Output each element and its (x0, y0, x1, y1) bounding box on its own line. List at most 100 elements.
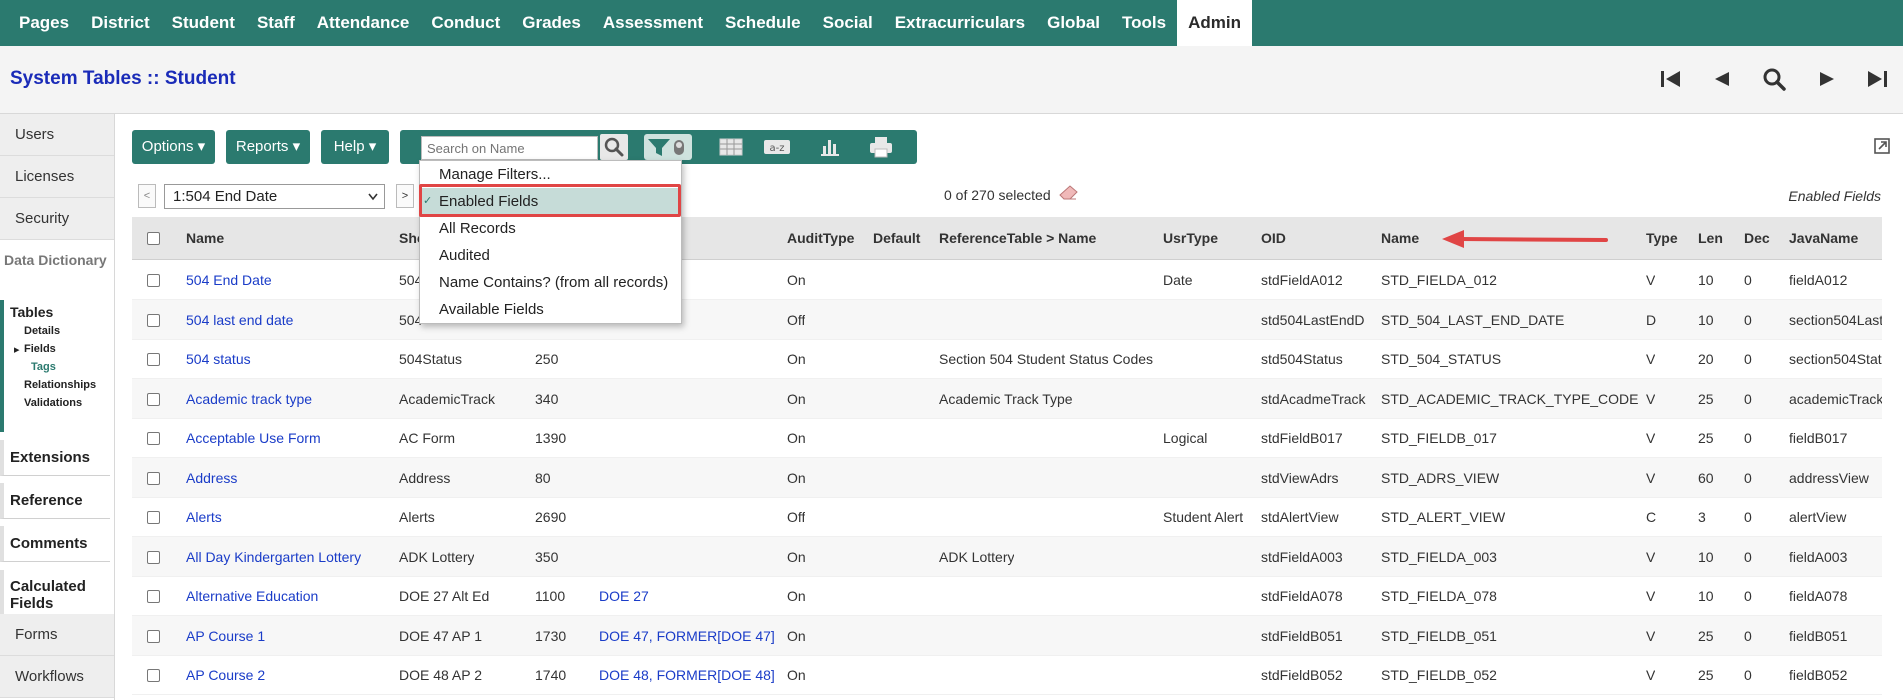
nav-tab-grades[interactable]: Grades (511, 0, 592, 46)
nav-tab-schedule[interactable]: Schedule (714, 0, 812, 46)
column-header-oid[interactable]: OID (1261, 217, 1286, 260)
nav-tab-global[interactable]: Global (1036, 0, 1111, 46)
sidebar-item-fields[interactable]: Fields (24, 343, 56, 355)
row-checkbox[interactable] (147, 471, 160, 485)
previous-page-button[interactable]: < (138, 184, 156, 208)
cell-name[interactable]: 504 End Date (186, 260, 272, 300)
sidebar-item-users[interactable]: Users (0, 114, 114, 156)
sidebar-item-calculated-fields[interactable]: Calculated Fields (0, 570, 110, 620)
row-checkbox[interactable] (147, 550, 160, 564)
sidebar-item-extensions[interactable]: Extensions (0, 440, 110, 476)
menu-item-audited[interactable]: Audited (420, 242, 681, 269)
column-header-db-name[interactable]: Name (1381, 217, 1419, 260)
nav-tab-district[interactable]: District (80, 0, 161, 46)
print-icon[interactable] (866, 134, 896, 160)
sidebar-item-data-dictionary[interactable]: Data Dictionary (4, 252, 114, 268)
first-record-icon[interactable] (1656, 64, 1686, 94)
nav-tab-admin[interactable]: Admin (1177, 0, 1252, 46)
table-row[interactable]: All Day Kindergarten Lottery ADK Lottery 3… (132, 536, 1882, 577)
row-checkbox[interactable] (147, 353, 160, 366)
cell-name[interactable]: 504 last end date (186, 300, 293, 340)
row-checkbox[interactable] (147, 392, 160, 406)
row-checkbox[interactable] (147, 629, 160, 643)
table-row[interactable]: 504 status 504Status 250 On Section 504 Stud… (132, 339, 1882, 379)
menu-item-available-fields[interactable]: Available Fields (420, 296, 681, 323)
nav-tab-conduct[interactable]: Conduct (420, 0, 511, 46)
sidebar-item-validations[interactable]: Validations (24, 397, 82, 409)
sidebar-item-relationships[interactable]: Relationships (24, 379, 96, 391)
reports-button[interactable]: Reports ▾ (226, 130, 310, 164)
search-icon[interactable] (1759, 64, 1789, 94)
table-row[interactable]: Alerts Alerts 2690 Off Student Alert stdAlert… (132, 497, 1882, 537)
cell-name[interactable]: Alerts (186, 497, 222, 537)
row-checkbox[interactable] (147, 669, 160, 682)
cell-name[interactable]: Acceptable Use Form (186, 418, 321, 458)
sidebar-item-details[interactable]: Details (24, 325, 60, 337)
cell-reference[interactable]: DOE 27 (599, 576, 649, 616)
nav-tab-student[interactable]: Student (161, 0, 246, 46)
next-page-button[interactable]: > (396, 184, 414, 208)
table-row[interactable]: 504 last end date 504 Off std504LastEndD STD… (132, 299, 1882, 340)
sidebar-item-licenses[interactable]: Licenses (0, 156, 114, 198)
cell-name[interactable]: All Day Kindergarten Lottery (186, 537, 361, 577)
sidebar-item-forms[interactable]: Forms (0, 614, 114, 656)
sidebar-item-security[interactable]: Security (0, 198, 114, 240)
sidebar-item-reference[interactable]: Reference (0, 483, 110, 519)
column-header-type[interactable]: Type (1646, 217, 1678, 260)
last-record-icon[interactable] (1862, 64, 1892, 94)
row-checkbox[interactable] (147, 274, 160, 287)
nav-tab-social[interactable]: Social (812, 0, 884, 46)
row-checkbox[interactable] (147, 432, 160, 445)
eraser-icon[interactable] (1058, 184, 1080, 202)
table-row[interactable]: AP Course 1 DOE 47 AP 1 1730 DOE 47, FORMER… (132, 615, 1882, 656)
cell-reference[interactable]: DOE 48, FORMER[DOE 48] (599, 655, 775, 695)
nav-tab-staff[interactable]: Staff (246, 0, 306, 46)
column-header-user-type[interactable]: UsrType (1163, 217, 1218, 260)
table-row[interactable]: Acceptable Use Form AC Form 1390 On Logical s… (132, 418, 1882, 458)
nav-tab-attendance[interactable]: Attendance (306, 0, 421, 46)
cell-name[interactable]: Address (186, 458, 237, 498)
next-record-icon[interactable] (1811, 64, 1841, 94)
search-input[interactable] (421, 136, 598, 160)
menu-item-all-records[interactable]: All Records (420, 215, 681, 242)
nav-tab-assessment[interactable]: Assessment (592, 0, 714, 46)
menu-item-manage-filters[interactable]: Manage Filters... (420, 161, 681, 188)
chart-icon[interactable] (815, 134, 845, 160)
row-checkbox[interactable] (147, 313, 160, 327)
help-button[interactable]: Help ▾ (321, 130, 389, 164)
filter-icon[interactable] (644, 134, 692, 160)
table-row[interactable]: Address Address 80 On stdViewAdrs STD_ADRS_VI… (132, 457, 1882, 498)
column-header-decimal[interactable]: Dec (1744, 217, 1770, 260)
column-header-java-name[interactable]: JavaName (1789, 217, 1858, 260)
column-header-length[interactable]: Len (1698, 217, 1723, 260)
menu-item-enabled-fields[interactable]: ✓ Enabled Fields (420, 188, 681, 215)
row-checkbox[interactable] (147, 590, 160, 603)
column-header-reference-table[interactable]: ReferenceTable > Name (939, 217, 1096, 260)
row-checkbox[interactable] (147, 511, 160, 524)
table-row[interactable]: Alternative Education DOE 27 Alt Ed 1100 DO… (132, 576, 1882, 616)
menu-item-name-contains[interactable]: Name Contains? (from all records) (420, 269, 681, 296)
nav-tab-tools[interactable]: Tools (1111, 0, 1177, 46)
previous-record-icon[interactable] (1707, 64, 1737, 94)
nav-tab-extracurriculars[interactable]: Extracurriculars (884, 0, 1036, 46)
nav-tab-pages[interactable]: Pages (8, 0, 80, 46)
table-row[interactable]: Academic track type AcademicTrack 340 On Aca… (132, 378, 1882, 419)
sidebar-item-workflows[interactable]: Workflows (0, 656, 114, 698)
column-header-name[interactable]: Name (186, 217, 224, 260)
column-header-default[interactable]: Default (873, 217, 920, 260)
cell-name[interactable]: 504 status (186, 339, 251, 379)
cell-reference[interactable]: DOE 47, FORMER[DOE 47] (599, 616, 775, 656)
table-row[interactable]: 504 End Date504DateOnDatestdFieldA012STD… (132, 260, 1882, 300)
grid-view-icon[interactable] (716, 134, 746, 160)
sidebar-item-tables[interactable]: Tables (10, 304, 53, 320)
table-row[interactable]: AP Course 2 DOE 48 AP 2 1740 DOE 48, FORMER… (132, 655, 1882, 695)
cell-name[interactable]: Alternative Education (186, 576, 318, 616)
options-button[interactable]: Options ▾ (132, 130, 215, 164)
select-all-checkbox[interactable] (147, 232, 160, 245)
search-icon[interactable] (600, 134, 628, 160)
record-select[interactable]: 1:504 End Date (164, 184, 385, 209)
sort-icon[interactable]: a-z (762, 134, 792, 160)
cell-name[interactable]: AP Course 2 (186, 655, 265, 695)
popout-icon[interactable] (1873, 137, 1891, 155)
cell-name[interactable]: AP Course 1 (186, 616, 265, 656)
